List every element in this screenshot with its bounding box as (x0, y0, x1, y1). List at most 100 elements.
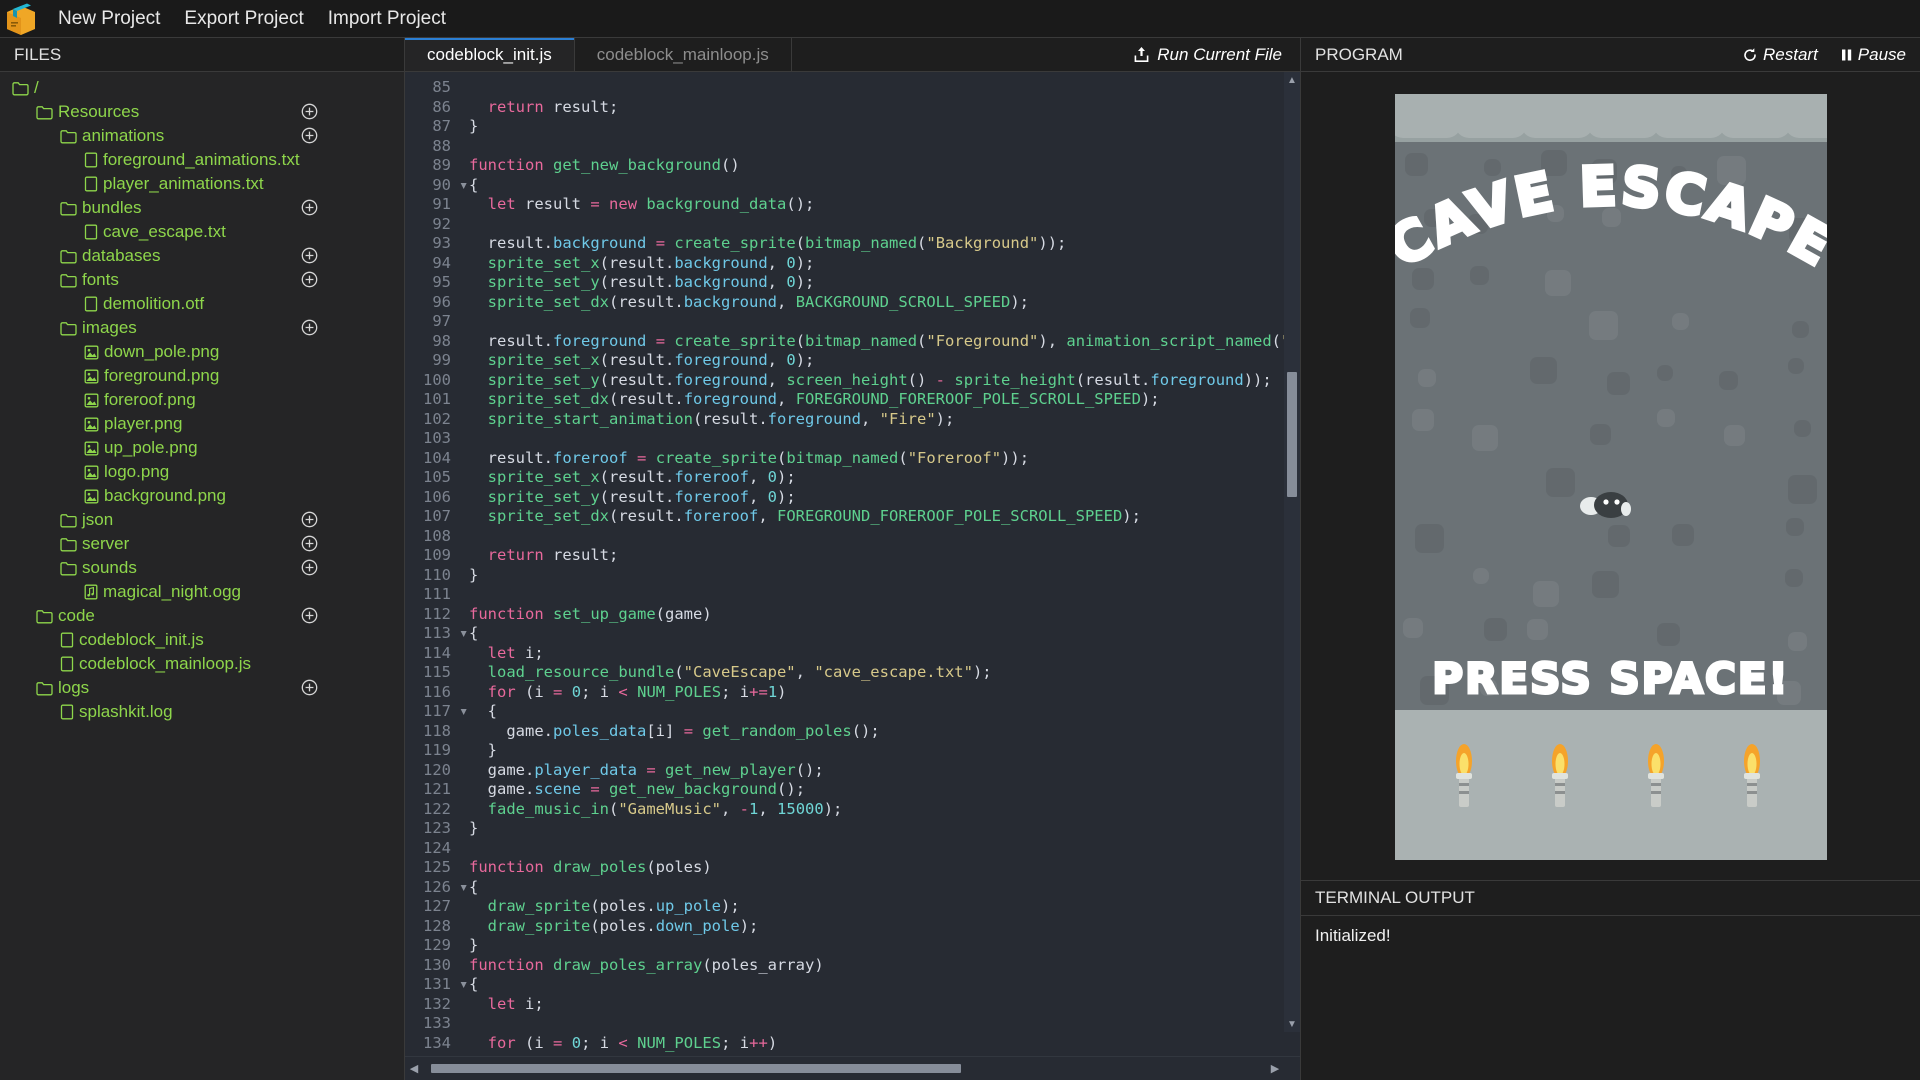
add-circle-icon[interactable] (301, 127, 318, 144)
add-file-button[interactable] (301, 535, 319, 553)
scroll-up-icon[interactable]: ▲ (1284, 72, 1300, 88)
tree-item-magical-night-ogg[interactable]: magical_night.ogg (0, 580, 404, 604)
tab-label: codeblock_mainloop.js (597, 45, 769, 65)
add-circle-icon[interactable] (301, 559, 318, 576)
menu-item-import-project[interactable]: Import Project (316, 4, 458, 34)
add-circle-icon[interactable] (301, 271, 318, 288)
add-file-button[interactable] (301, 271, 319, 289)
cave-tile (1792, 321, 1809, 338)
tree-item-resources[interactable]: Resources (0, 100, 404, 124)
tree-item-foreroof-png[interactable]: foreroof.png (0, 388, 404, 412)
game-preview-area: CAVE ESCAPE PRESS SPACE! (1301, 72, 1920, 880)
tree-item-background-png[interactable]: background.png (0, 484, 404, 508)
tab-codeblock-init[interactable]: codeblock_init.js (405, 38, 575, 71)
svg-text:PRESS SPACE!: PRESS SPACE! (1432, 654, 1789, 703)
add-circle-icon[interactable] (301, 679, 318, 696)
tab-label: codeblock_init.js (427, 45, 552, 65)
image-icon (84, 393, 99, 408)
tab-codeblock-mainloop[interactable]: codeblock_mainloop.js (575, 38, 792, 71)
restart-button[interactable]: Restart (1742, 45, 1818, 65)
tree-item-codeblock-mainloop-js[interactable]: codeblock_mainloop.js (0, 652, 404, 676)
add-circle-icon[interactable] (301, 535, 318, 552)
add-file-button[interactable] (301, 607, 319, 625)
tree-item-up-pole-png[interactable]: up_pole.png (0, 436, 404, 460)
package-box-icon (4, 2, 38, 36)
pause-button[interactable]: Pause (1840, 45, 1906, 65)
tree-item-sounds[interactable]: sounds (0, 556, 404, 580)
tree-item-label: magical_night.ogg (103, 582, 241, 602)
add-file-button[interactable] (301, 103, 319, 121)
restart-icon (1742, 47, 1758, 63)
tree-item-animations[interactable]: animations (0, 124, 404, 148)
run-current-file-button[interactable]: Run Current File (1116, 38, 1300, 71)
add-circle-icon[interactable] (301, 247, 318, 264)
cave-tile (1418, 369, 1436, 387)
tree-item-code[interactable]: code (0, 604, 404, 628)
image-icon (84, 369, 99, 384)
file-icon (60, 656, 74, 672)
terminal-line: Initialized! (1315, 926, 1906, 946)
tree-item-label: server (82, 534, 129, 554)
game-canvas[interactable]: CAVE ESCAPE PRESS SPACE! (1395, 94, 1827, 860)
cave-tile (1785, 569, 1803, 587)
tree-item-foreground-png[interactable]: foreground.png (0, 364, 404, 388)
file-explorer-tree[interactable]: / Resources animations foreground_animat… (0, 72, 405, 1080)
vertical-scroll-thumb[interactable] (1287, 372, 1297, 497)
files-panel-header: FILES (0, 38, 405, 71)
add-file-button[interactable] (301, 511, 319, 529)
code-editor: 85 86 return result; 87 } 88 89 function… (405, 72, 1300, 1080)
editor-horizontal-scrollbar[interactable]: ◀ ▶ (405, 1056, 1300, 1080)
tree-item-label: images (82, 318, 137, 338)
tree-item-player-png[interactable]: player.png (0, 412, 404, 436)
horizontal-scroll-thumb[interactable] (431, 1064, 961, 1073)
torch-sprite (1639, 743, 1673, 822)
tree-item-label: databases (82, 246, 160, 266)
tree-item-label: logs (58, 678, 89, 698)
tree-item--[interactable]: / (0, 76, 404, 100)
scroll-down-icon[interactable]: ▼ (1284, 1016, 1300, 1032)
tree-item-images[interactable]: images (0, 316, 404, 340)
terminal-header-label: TERMINAL OUTPUT (1315, 888, 1475, 908)
program-controls: Restart Pause (1742, 45, 1906, 65)
code-content[interactable]: 85 86 return result; 87 } 88 89 function… (405, 78, 1300, 1053)
torch-sprite (1735, 743, 1769, 822)
add-circle-icon[interactable] (301, 199, 318, 216)
tree-item-down-pole-png[interactable]: down_pole.png (0, 340, 404, 364)
cave-tile (1786, 518, 1804, 536)
tree-item-codeblock-init-js[interactable]: codeblock_init.js (0, 628, 404, 652)
add-file-button[interactable] (301, 247, 319, 265)
tree-item-databases[interactable]: databases (0, 244, 404, 268)
tree-item-demolition-otf[interactable]: demolition.otf (0, 292, 404, 316)
tree-item-server[interactable]: server (0, 532, 404, 556)
add-file-button[interactable] (301, 127, 319, 145)
code-scroll-area[interactable]: 85 86 return result; 87 } 88 89 function… (405, 72, 1300, 1056)
add-circle-icon[interactable] (301, 511, 318, 528)
tree-item-splashkit-log[interactable]: splashkit.log (0, 700, 404, 724)
tree-item-bundles[interactable]: bundles (0, 196, 404, 220)
cave-tile (1472, 425, 1498, 451)
tree-item-logs[interactable]: logs (0, 676, 404, 700)
add-file-button[interactable] (301, 679, 319, 697)
tree-item-foreground-animations-txt[interactable]: foreground_animations.txt (0, 148, 404, 172)
restart-label: Restart (1763, 45, 1818, 65)
scroll-left-icon[interactable]: ◀ (405, 1062, 423, 1075)
scroll-right-icon[interactable]: ▶ (1266, 1062, 1284, 1075)
tree-item-fonts[interactable]: fonts (0, 268, 404, 292)
add-circle-icon[interactable] (301, 319, 318, 336)
add-file-button[interactable] (301, 199, 319, 217)
add-file-button[interactable] (301, 319, 319, 337)
menu-item-export-project[interactable]: Export Project (172, 4, 315, 34)
tree-item-logo-png[interactable]: logo.png (0, 460, 404, 484)
tree-item-label: codeblock_mainloop.js (79, 654, 251, 674)
folder-icon (60, 321, 77, 336)
menu-item-new-project[interactable]: New Project (46, 4, 172, 34)
tree-item-json[interactable]: json (0, 508, 404, 532)
add-circle-icon[interactable] (301, 103, 318, 120)
add-file-button[interactable] (301, 559, 319, 577)
tree-item-cave-escape-txt[interactable]: cave_escape.txt (0, 220, 404, 244)
folder-icon (60, 129, 77, 144)
tree-item-player-animations-txt[interactable]: player_animations.txt (0, 172, 404, 196)
editor-vertical-scrollbar[interactable]: ▲ ▼ (1284, 72, 1300, 1032)
add-circle-icon[interactable] (301, 607, 318, 624)
cave-tile (1533, 581, 1559, 607)
